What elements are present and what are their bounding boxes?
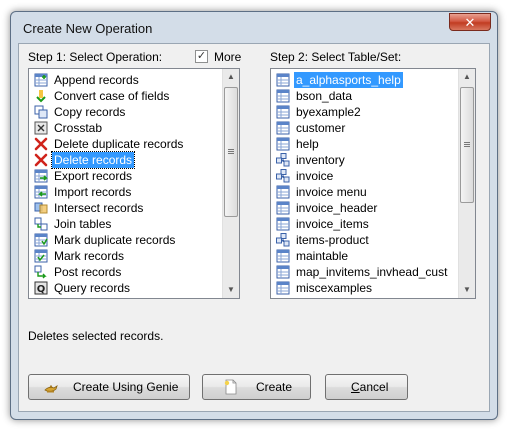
- tables-listbox[interactable]: miscexamples map_invitems_invhead_cust mai…: [270, 68, 476, 299]
- operation-item-label: Delete records: [50, 151, 136, 169]
- table-item-label: byexample2: [296, 105, 361, 119]
- tables-scrollbar[interactable]: ▲ ▼: [458, 69, 475, 298]
- operation-item-label: Mark duplicate records: [54, 233, 176, 247]
- table-icon: [276, 89, 290, 103]
- genie-button-label: Create Using Genie: [73, 380, 179, 394]
- red-x-icon: [34, 137, 48, 151]
- set-icon: [276, 233, 290, 247]
- scroll-thumb[interactable]: [224, 87, 238, 217]
- table-item-label: help: [296, 137, 319, 151]
- svg-text:Q: Q: [37, 284, 46, 295]
- operation-item-label: Append records: [54, 73, 139, 87]
- operation-item-label: Export records: [54, 169, 133, 183]
- operation-item-label: Crosstab: [54, 121, 103, 135]
- table-item-label: invoice: [296, 169, 334, 183]
- set-icon: [276, 153, 290, 167]
- dialog-window: Create New Operation ✕ Step 1: Select Op…: [10, 11, 498, 420]
- operation-item-label: Join tables: [54, 217, 112, 231]
- import-arrow-icon: [34, 185, 48, 199]
- mark-icon: [34, 249, 48, 263]
- table-icon: [276, 185, 290, 199]
- operation-item-label: Import records: [54, 185, 132, 199]
- intersect-icon: [34, 202, 48, 214]
- red-x-icon: [34, 153, 48, 167]
- table-icon: [276, 105, 290, 119]
- table-item-label: invoice_header: [296, 201, 378, 215]
- dialog-client-area: Step 1: Select Operation: ✓ More Step 2:…: [18, 43, 490, 412]
- step2-label: Step 2: Select Table/Set:: [270, 50, 402, 64]
- scroll-thumb[interactable]: [460, 87, 474, 203]
- table-icon: [276, 217, 290, 231]
- operation-item-label: Query records: [54, 281, 131, 295]
- cancel-button[interactable]: Cancel: [325, 374, 408, 400]
- operation-item-label: Delete duplicate records: [54, 137, 184, 151]
- table-item-label: customer: [296, 121, 346, 135]
- post-icon: [34, 265, 47, 279]
- more-label[interactable]: More: [214, 50, 241, 64]
- table-item-label: items-product: [296, 233, 369, 247]
- scroll-down-arrow[interactable]: ▼: [223, 282, 239, 298]
- operation-description: Deletes selected records.: [28, 329, 164, 343]
- table-icon: [276, 121, 290, 135]
- table-item-label: map_invitems_invhead_cust: [296, 265, 448, 279]
- table-item-label: maintable: [296, 249, 349, 263]
- copy-icon: [34, 105, 48, 119]
- table-icon: [276, 265, 290, 279]
- scroll-down-arrow[interactable]: ▼: [459, 282, 475, 298]
- crosstab-icon: [34, 121, 48, 135]
- query-icon: Q: [34, 281, 48, 295]
- export-arrow-icon: [34, 169, 48, 183]
- table-item-label: bson_data: [296, 89, 353, 103]
- scroll-up-arrow[interactable]: ▲: [459, 69, 475, 85]
- create-button-label: Create: [256, 380, 293, 394]
- create-using-genie-button[interactable]: Create Using Genie: [28, 374, 190, 400]
- table-icon: [276, 249, 290, 263]
- table-item-label: inventory: [296, 153, 345, 167]
- checkmark-icon: ✓: [196, 50, 207, 62]
- table-item-label: invoice menu: [296, 185, 367, 199]
- title-bar[interactable]: Create New Operation ✕: [11, 12, 497, 42]
- close-icon: ✕: [464, 15, 476, 30]
- new-document-icon: [224, 379, 237, 395]
- window-title: Create New Operation: [23, 21, 153, 36]
- table-icon: [276, 73, 290, 87]
- join-icon: [34, 217, 48, 231]
- table-item-label: invoice_items: [296, 217, 369, 231]
- close-button[interactable]: ✕: [449, 13, 491, 31]
- step1-label: Step 1: Select Operation:: [28, 50, 163, 64]
- mark-duplicate-icon: [34, 233, 48, 247]
- cancel-button-label: Cancel: [351, 380, 389, 394]
- table-item-label: a_alphasports_help: [294, 72, 403, 88]
- convert-case-icon: [36, 90, 46, 103]
- operation-item-label: Copy records: [54, 105, 126, 119]
- operations-scrollbar[interactable]: ▲ ▼: [222, 69, 239, 298]
- append-icon: [34, 73, 48, 87]
- set-icon: [276, 169, 290, 183]
- create-button[interactable]: Create: [202, 374, 311, 400]
- table-item-label: miscexamples: [296, 281, 373, 295]
- more-checkbox[interactable]: ✓: [195, 50, 208, 63]
- operation-item-label: Convert case of fields: [54, 89, 170, 103]
- table-icon: [276, 201, 290, 215]
- operation-item-label: Mark records: [54, 249, 125, 263]
- table-icon: [276, 137, 290, 151]
- scroll-up-arrow[interactable]: ▲: [223, 69, 239, 85]
- operation-item-label: Post records: [54, 265, 122, 279]
- operations-listbox[interactable]: Q Query records Post records Mark records Ma…: [28, 68, 240, 299]
- table-icon: [276, 281, 290, 295]
- genie-lamp-icon: [44, 385, 58, 393]
- operation-item-label: Intersect records: [54, 201, 144, 215]
